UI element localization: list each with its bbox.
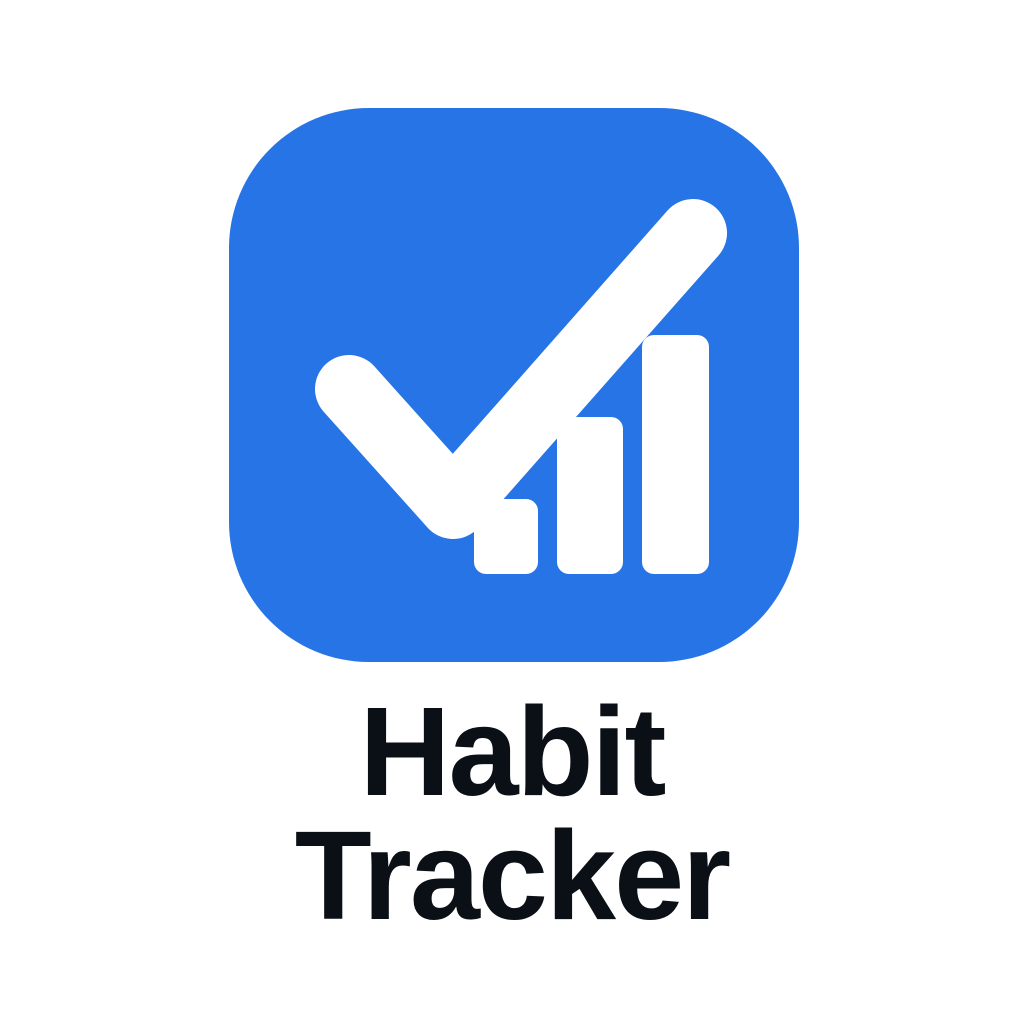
checkmark-bars-icon: [229, 108, 799, 662]
progress-bar-medium: [557, 417, 623, 574]
progress-bar-tall: [642, 335, 709, 574]
app-name: Habit Tracker: [0, 681, 1024, 946]
app-name-line-2: Tracker: [294, 805, 731, 946]
app-icon: [229, 108, 799, 662]
app-logo-page: Habit Tracker: [0, 0, 1024, 1024]
progress-bar-short: [474, 499, 538, 574]
app-name-line-1: Habit: [359, 681, 667, 822]
